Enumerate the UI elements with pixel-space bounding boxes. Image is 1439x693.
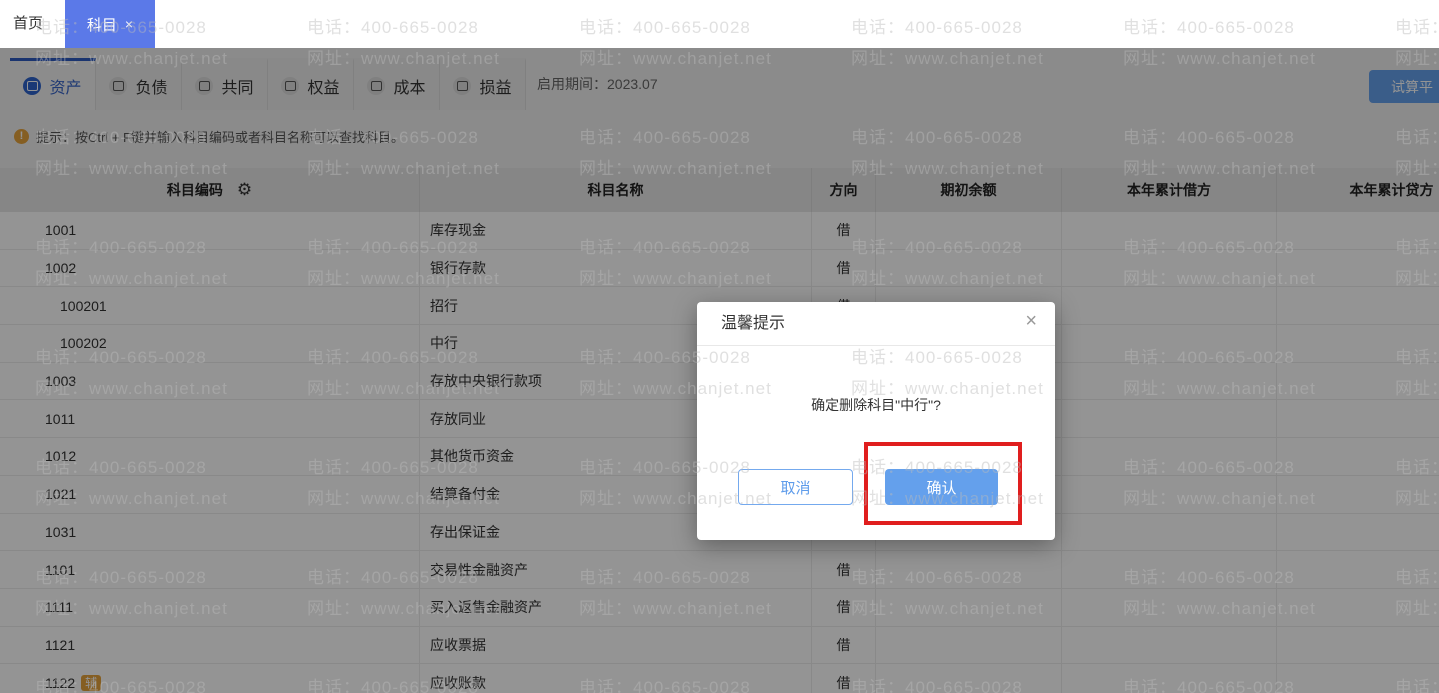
- tab-subject-label: 科目: [86, 16, 117, 34]
- dialog-close-icon[interactable]: ×: [1025, 310, 1037, 333]
- dialog-message: 确定删除科目"中行"?: [811, 397, 941, 413]
- dialog-title: 温馨提示: [721, 315, 786, 332]
- annotation-highlight-box: [864, 442, 1022, 525]
- tab-subject[interactable]: 科目 ×: [65, 0, 155, 48]
- cancel-button[interactable]: 取消: [738, 469, 853, 505]
- delete-confirm-dialog: 温馨提示 × 确定删除科目"中行"? 取消 确认: [697, 302, 1055, 540]
- top-tab-bar: 首页 科目 ×: [0, 0, 1439, 48]
- subjects-page: 首页 科目 × 资产 负债 共同 权益 成本 损益 启用期间：2023.07 试算平 ! …: [0, 0, 1439, 693]
- tab-home[interactable]: 首页: [0, 0, 56, 48]
- tab-close-icon[interactable]: ×: [125, 16, 133, 32]
